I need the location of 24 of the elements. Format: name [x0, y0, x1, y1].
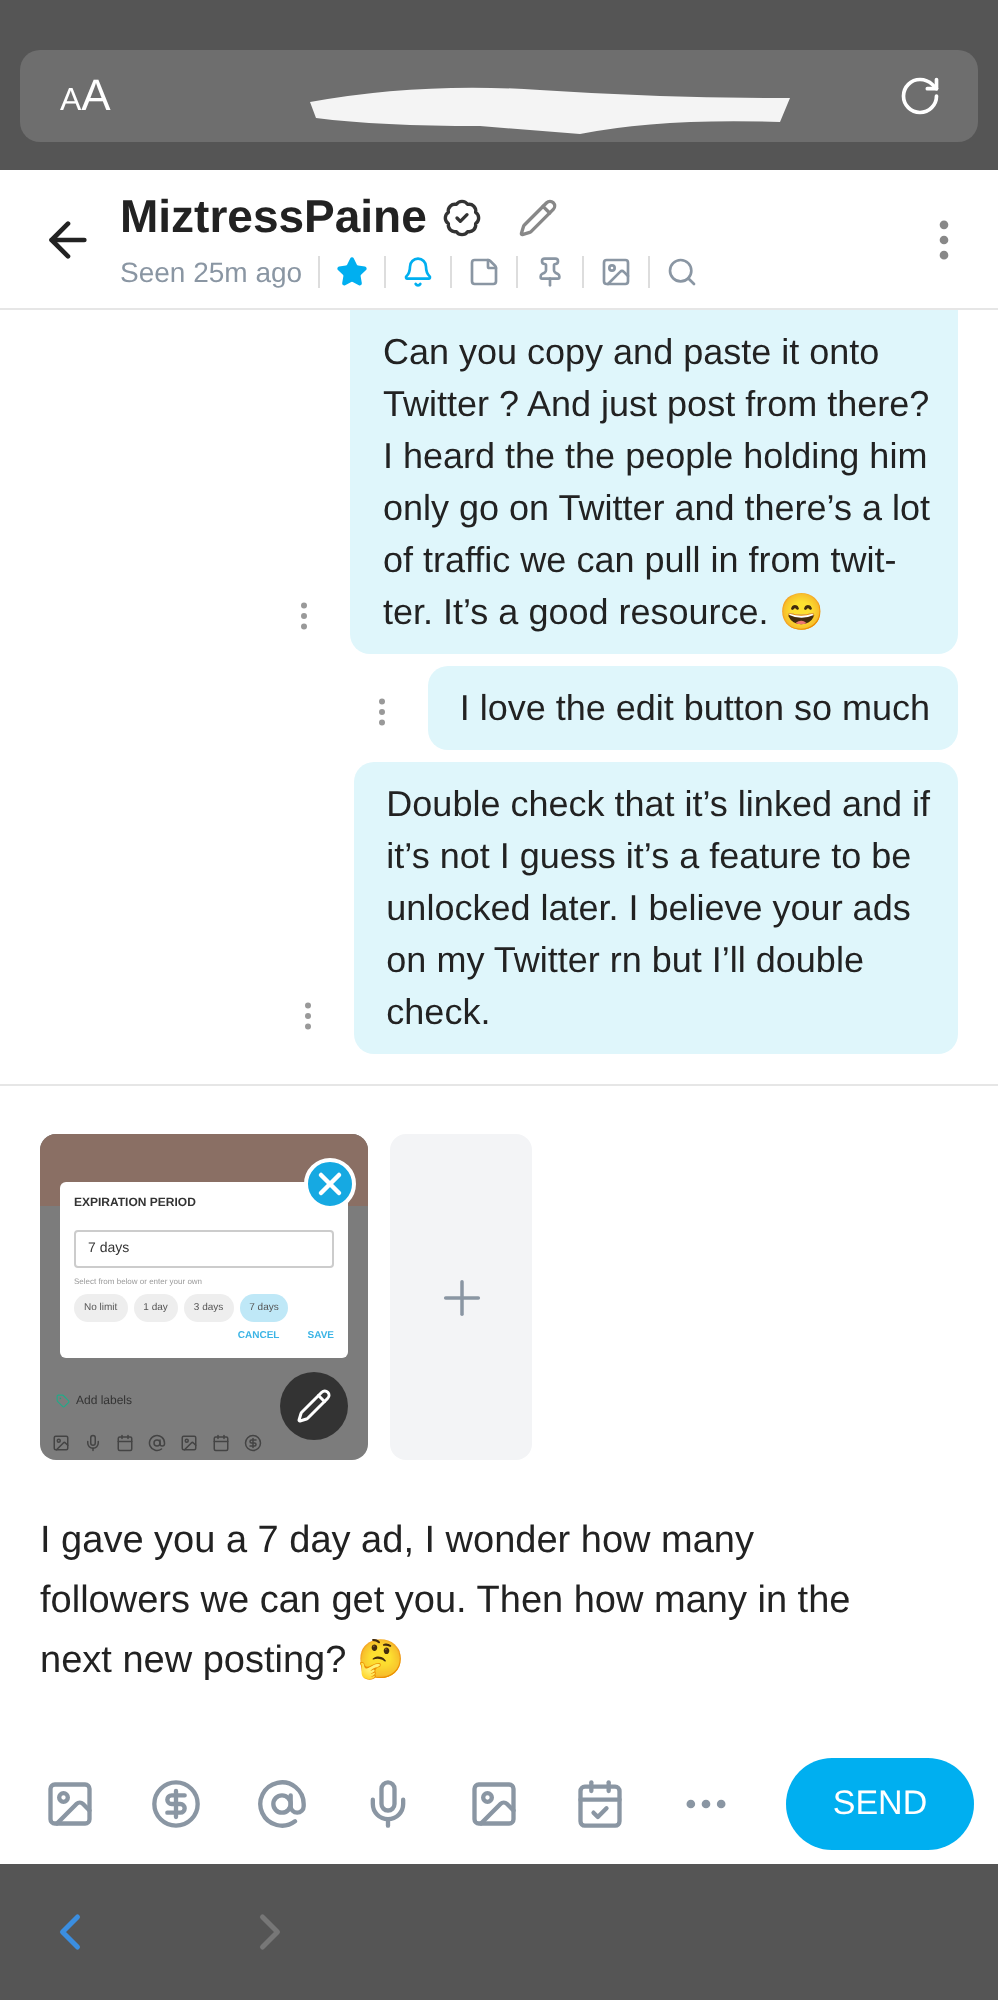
tag-icon — [56, 1394, 70, 1408]
gallery-icon[interactable] — [468, 1778, 520, 1830]
mention-icon[interactable] — [256, 1778, 308, 1830]
image-icon[interactable] — [44, 1778, 96, 1830]
message-bubble: Double check that it’s linked and if it’s not I guess it’s a feature to be unlocked later. I believe your ads on my Twitter rn but I’ll double check. — [354, 762, 958, 1054]
dollar-icon[interactable] — [150, 1778, 202, 1830]
search-icon[interactable] — [666, 256, 699, 288]
pin-icon[interactable] — [534, 256, 567, 288]
message-bubble: Can you copy and paste it onto Twitter ? And just post from there? I heard the the people holding him only go on Twitter and there’s a lot of traffic we can pull in from twit- ter. It’s a good resource. 😄 — [350, 310, 958, 654]
last-seen-status: Seen 25m ago — [120, 256, 321, 288]
star-icon[interactable] — [336, 256, 369, 288]
note-icon[interactable] — [468, 256, 501, 288]
edit-button[interactable] — [280, 1372, 348, 1440]
image-icon[interactable] — [600, 256, 633, 288]
message-bubble: I love the edit button so much — [427, 666, 958, 750]
bell-icon[interactable] — [402, 256, 435, 288]
calendar-icon[interactable] — [574, 1778, 626, 1830]
pencil-icon — [296, 1388, 332, 1424]
reload-icon[interactable] — [898, 74, 942, 118]
edit-icon[interactable] — [518, 197, 559, 237]
message-input[interactable]: I gave you a 7 day ad, I wonder how many followers we can get you. Then how many in the next new posting? 🤔 — [0, 1460, 998, 1734]
text-size-button[interactable]: AA — [60, 70, 111, 122]
address-bar[interactable]: AA — [20, 50, 978, 142]
contact-name: MiztressPaine — [120, 190, 427, 244]
